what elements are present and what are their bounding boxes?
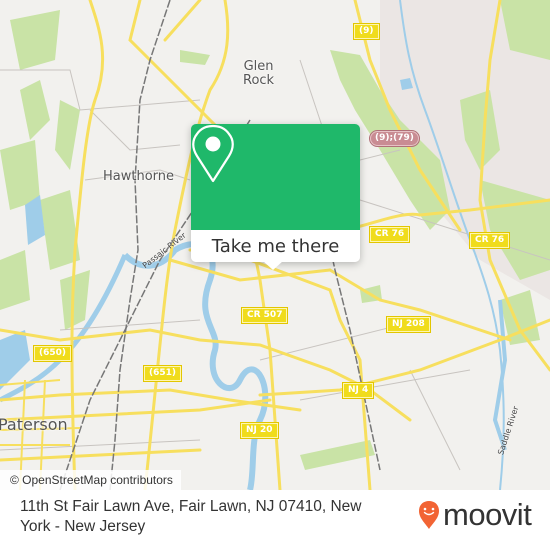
- map-attribution[interactable]: © OpenStreetMap contributors: [0, 470, 181, 490]
- route-shield-nj4: NJ 4: [341, 382, 375, 399]
- place-label-glen-rock: Glen Rock: [243, 59, 275, 88]
- moovit-smile-pin-icon: [419, 501, 439, 529]
- route-shield-651: (651): [142, 365, 183, 382]
- place-label-hawthorne: Hawthorne: [103, 169, 175, 184]
- moovit-wordmark: moovit: [443, 497, 532, 532]
- route-shield-nj20: NJ 20: [240, 422, 279, 439]
- route-shield-cr507: CR 507: [240, 307, 289, 324]
- route-shield-cr76-a: CR 76: [368, 226, 411, 243]
- moovit-logo[interactable]: moovit: [418, 497, 532, 532]
- popup-header: [191, 124, 360, 230]
- popup-pointer: [263, 261, 283, 270]
- route-shield-650: (650): [32, 345, 73, 362]
- location-popup: Take me there: [191, 124, 360, 270]
- map-pin-icon: [192, 124, 234, 183]
- route-shield-9: (9): [353, 23, 380, 40]
- take-me-there-button[interactable]: Take me there: [191, 230, 360, 262]
- map-canvas[interactable]: Glen Rock Hawthorne Paterson Passaic Rive…: [0, 0, 550, 490]
- address-text: 11th St Fair Lawn Ave, Fair Lawn, NJ 074…: [20, 498, 362, 535]
- route-shield-9-79: (9);(79): [369, 130, 420, 147]
- route-shield-cr76-b: CR 76: [468, 232, 511, 249]
- place-label-paterson: Paterson: [0, 415, 68, 434]
- route-shield-nj208: NJ 208: [386, 316, 431, 333]
